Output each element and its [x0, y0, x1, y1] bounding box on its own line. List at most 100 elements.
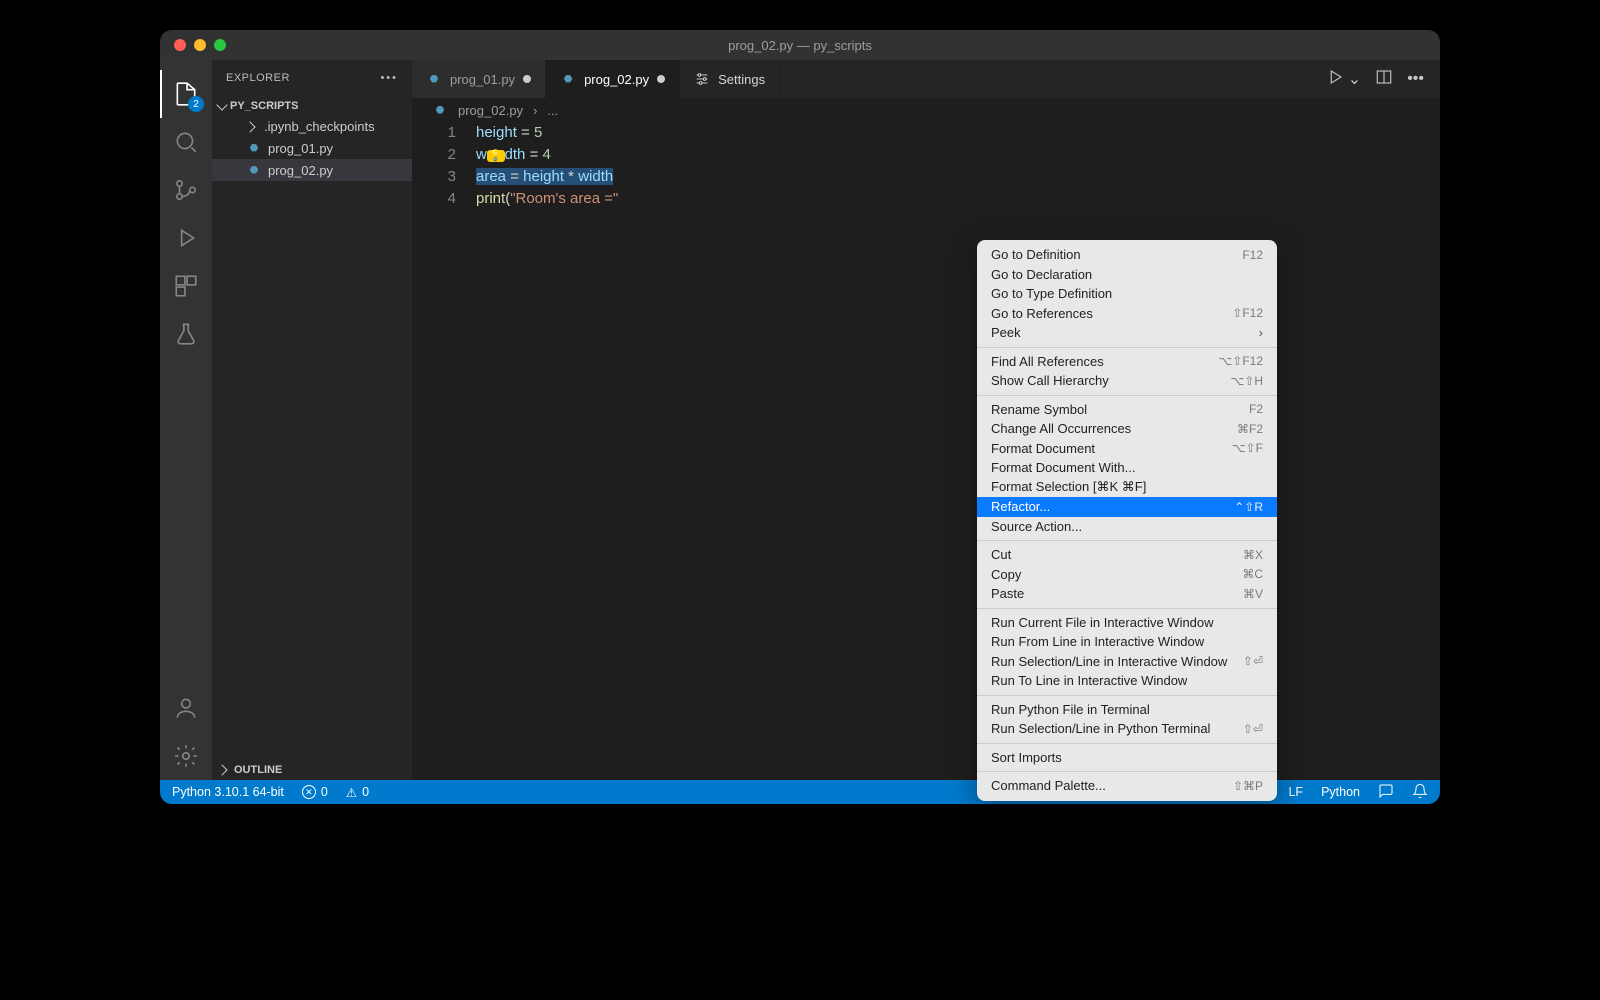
context-menu-item[interactable]: Show Call Hierarchy⌥⇧H [977, 371, 1277, 391]
tab-prog02[interactable]: prog_02.py [546, 60, 680, 98]
context-menu-shortcut: ⇧⏎ [1243, 654, 1263, 668]
tab-settings[interactable]: Settings [680, 60, 780, 98]
context-menu-label: Run Selection/Line in Interactive Window [991, 654, 1227, 669]
run-dropdown-icon[interactable]: ⌄ [1348, 69, 1361, 89]
context-menu-shortcut: ⇧F12 [1232, 306, 1263, 320]
minimize-window-icon[interactable] [194, 39, 206, 51]
sidebar-more-icon[interactable]: ••• [380, 72, 398, 84]
tab-prog01[interactable]: prog_01.py [412, 60, 546, 98]
run-button[interactable] [1326, 68, 1344, 91]
context-menu-item[interactable]: Format Document⌥⇧F [977, 439, 1277, 459]
window-title: prog_02.py — py_scripts [160, 38, 1440, 53]
tab-bar: prog_01.py prog_02.py Settings ⌄ ••• [412, 60, 1440, 98]
context-menu-item[interactable]: Format Selection [⌘K ⌘F] [977, 478, 1277, 498]
explorer-icon[interactable]: 2 [160, 70, 212, 118]
context-menu-separator [977, 743, 1277, 744]
sidebar-item-prog02[interactable]: prog_02.py [212, 159, 412, 181]
context-menu-shortcut: ⌥⇧F [1232, 441, 1263, 455]
split-editor-icon[interactable] [1375, 68, 1393, 91]
context-menu-separator [977, 695, 1277, 696]
context-menu-item[interactable]: Source Action... [977, 517, 1277, 537]
context-menu-item[interactable]: Peek› [977, 323, 1277, 343]
context-menu-item[interactable]: Sort Imports [977, 748, 1277, 768]
error-icon: ✕ [302, 785, 316, 799]
status-errors[interactable]: ✕0 [302, 785, 328, 799]
context-menu-label: Run From Line in Interactive Window [991, 634, 1204, 649]
context-menu-item[interactable]: Command Palette... ⇧⌘P [977, 776, 1277, 796]
accounts-icon[interactable] [160, 684, 212, 732]
context-menu-label: Format Selection [⌘K ⌘F] [991, 479, 1146, 495]
search-icon[interactable] [160, 118, 212, 166]
context-menu-label: Go to Type Definition [991, 286, 1112, 301]
context-menu-item[interactable]: Rename SymbolF2 [977, 400, 1277, 420]
chevron-right-icon: › [533, 103, 537, 118]
context-menu-label: Command Palette... [991, 778, 1106, 793]
chevron-right-icon [244, 121, 255, 132]
context-menu-item[interactable]: Run Current File in Interactive Window [977, 613, 1277, 633]
close-window-icon[interactable] [174, 39, 186, 51]
context-menu-label: Change All Occurrences [991, 421, 1131, 436]
status-warnings[interactable]: ⚠0 [346, 785, 369, 800]
feedback-icon[interactable] [1378, 783, 1394, 802]
context-menu-item[interactable]: Paste⌘V [977, 584, 1277, 604]
testing-icon[interactable] [160, 310, 212, 358]
maximize-window-icon[interactable] [214, 39, 226, 51]
outline-header[interactable]: OUTLINE [212, 760, 412, 780]
context-menu-item[interactable]: Go to References ⇧F12 [977, 304, 1277, 324]
minimap[interactable] [1330, 122, 1440, 780]
context-menu-item[interactable]: Go to Type Definition [977, 284, 1277, 304]
notifications-icon[interactable] [1412, 783, 1428, 802]
window-controls [174, 39, 226, 51]
dirty-indicator-icon [523, 75, 531, 83]
context-menu-item[interactable]: Run To Line in Interactive Window [977, 671, 1277, 691]
context-menu-item[interactable]: Find All References⌥⇧F12 [977, 352, 1277, 372]
context-menu-item[interactable]: Go to DefinitionF12 [977, 245, 1277, 265]
context-menu-item[interactable]: Copy ⌘C [977, 565, 1277, 585]
source-control-icon[interactable] [160, 166, 212, 214]
lightbulb-icon[interactable]: 💡 [487, 150, 505, 162]
vscode-window: prog_02.py — py_scripts 2 EXPLORER ••• [160, 30, 1440, 804]
context-menu-item[interactable]: Run From Line in Interactive Window [977, 632, 1277, 652]
status-python-version[interactable]: Python 3.10.1 64-bit [172, 785, 284, 799]
context-menu-label: Refactor... [991, 499, 1050, 514]
run-debug-icon[interactable] [160, 214, 212, 262]
context-menu-label: Go to References [991, 306, 1093, 321]
sidebar-item-prog01[interactable]: prog_01.py [212, 137, 412, 159]
context-menu-separator [977, 608, 1277, 609]
context-menu-label: Show Call Hierarchy [991, 373, 1109, 388]
context-menu-shortcut: ⌃⇧R [1234, 500, 1263, 514]
python-file-icon [246, 162, 262, 178]
context-menu-item[interactable]: Run Selection/Line in Interactive Window… [977, 652, 1277, 672]
context-menu-item[interactable]: Run Python File in Terminal [977, 700, 1277, 720]
context-menu: Go to DefinitionF12Go to DeclarationGo t… [977, 240, 1277, 801]
context-menu-label: Copy [991, 567, 1021, 582]
sidebar-title: EXPLORER [226, 72, 290, 84]
context-menu-item[interactable]: Format Document With... [977, 458, 1277, 478]
sidebar: EXPLORER ••• PY_SCRIPTS .ipynb_checkpoin… [212, 60, 412, 780]
folder-header[interactable]: PY_SCRIPTS [212, 96, 412, 116]
context-menu-item[interactable]: Change All Occurrences⌘F2 [977, 419, 1277, 439]
code-editor[interactable]: 1 2 3 4 height = 5 w💡dth = 4 area = heig… [412, 122, 1440, 780]
context-menu-item[interactable]: Go to Declaration [977, 265, 1277, 285]
status-language[interactable]: Python [1321, 785, 1360, 799]
line-numbers: 1 2 3 4 [412, 122, 476, 780]
context-menu-shortcut: ⌘C [1242, 567, 1263, 581]
dirty-indicator-icon [657, 75, 665, 83]
context-menu-label: Paste [991, 586, 1024, 601]
titlebar: prog_02.py — py_scripts [160, 30, 1440, 60]
sidebar-item-checkpoints[interactable]: .ipynb_checkpoints [212, 116, 412, 137]
context-menu-item[interactable]: Run Selection/Line in Python Terminal⇧⏎ [977, 719, 1277, 739]
context-menu-label: Run Selection/Line in Python Terminal [991, 721, 1210, 736]
breadcrumb[interactable]: prog_02.py › ... [412, 98, 1440, 122]
activity-bar: 2 [160, 60, 212, 780]
context-menu-shortcut: F2 [1249, 402, 1263, 416]
status-eol[interactable]: LF [1288, 785, 1303, 799]
context-menu-shortcut: ⇧⌘P [1233, 779, 1263, 793]
extensions-icon[interactable] [160, 262, 212, 310]
editor-more-icon[interactable]: ••• [1407, 70, 1424, 88]
settings-gear-icon[interactable] [160, 732, 212, 780]
context-menu-item[interactable]: Cut⌘X [977, 545, 1277, 565]
context-menu-separator [977, 395, 1277, 396]
context-menu-item[interactable]: Refactor... ⌃⇧R [977, 497, 1277, 517]
context-menu-label: Run Current File in Interactive Window [991, 615, 1214, 630]
